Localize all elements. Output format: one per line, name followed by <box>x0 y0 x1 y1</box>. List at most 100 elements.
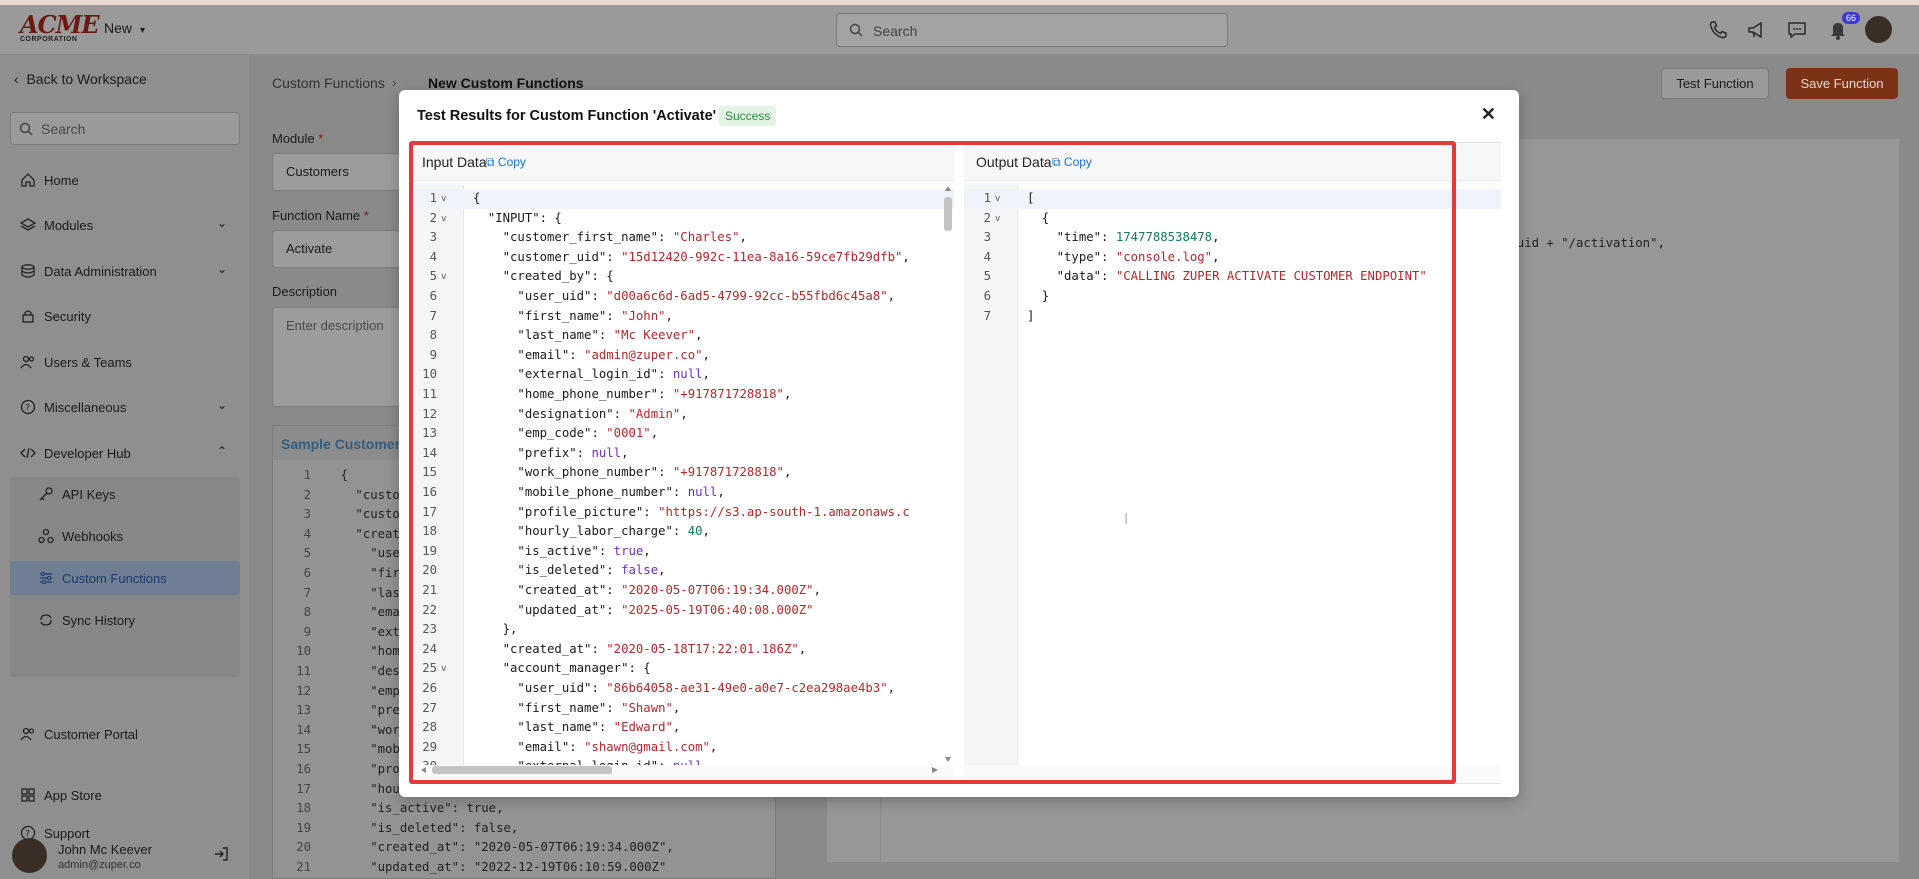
phone-icon[interactable] <box>1707 19 1729 41</box>
layers-icon <box>20 218 36 231</box>
sidebar: ‹ Back to Workspace Search Home Modules … <box>0 55 251 879</box>
sidebar-item-label: Users & Teams <box>44 355 132 370</box>
sidebar-item-custom-functions[interactable]: Custom Functions <box>10 561 240 595</box>
breadcrumb-parent[interactable]: Custom Functions <box>272 75 385 91</box>
code-text: "created_at": "2020-05-07T06:19:34.000Z"… <box>311 840 674 855</box>
chevron-down-icon: ⌄ <box>216 398 227 412</box>
sidebar-item-modules[interactable]: Modules ⌄ <box>0 208 251 242</box>
database-icon <box>21 264 35 278</box>
top-bar: ACME CORPORATION New ▾ Search 66 <box>0 5 1919 55</box>
global-search-input[interactable]: Search <box>836 13 1228 47</box>
code-text: "mob <box>311 742 400 757</box>
sidebar-item-security[interactable]: Security <box>0 299 251 333</box>
sidebar-item-sync-history[interactable]: Sync History <box>0 603 251 637</box>
sidebar-item-app-store[interactable]: App Store <box>0 778 251 812</box>
code-text: "is_deleted": false, <box>311 820 519 835</box>
sidebar-search-input[interactable]: Search <box>10 112 240 145</box>
lock-icon <box>22 310 34 323</box>
company-logo[interactable]: ACME CORPORATION <box>20 13 100 44</box>
breadcrumb-current: New Custom Functions <box>428 75 584 91</box>
sidebar-item-label: API Keys <box>62 487 116 502</box>
sample-code-line: 6 "fir <box>273 566 400 586</box>
sidebar-item-miscellaneous[interactable]: ? Miscellaneous ⌄ <box>0 390 251 424</box>
sync-icon <box>40 614 52 626</box>
home-icon <box>21 173 35 187</box>
sidebar-item-label: Webhooks <box>62 529 124 544</box>
notification-badge: 66 <box>1842 12 1861 24</box>
sample-code-line: 5 "use <box>273 546 400 566</box>
code-text: "hom <box>311 644 400 659</box>
modal-title: Test Results for Custom Function 'Activa… <box>417 108 717 124</box>
code-text: "custo <box>311 487 400 502</box>
sample-code-line: 15 "mob <box>273 742 400 762</box>
code-text: "emp <box>311 683 400 698</box>
back-to-workspace-link[interactable]: ‹ Back to Workspace <box>14 71 147 87</box>
sample-code-line: 17 "hou <box>273 782 400 802</box>
sample-code-line: 11 "des <box>273 664 400 684</box>
code-text: "use <box>311 546 400 561</box>
sidebar-item-label: Custom Functions <box>62 571 167 586</box>
chevron-down-icon: ⌄ <box>216 216 227 230</box>
highlight-frame <box>409 141 1456 784</box>
sample-code-line: 10 "hom <box>273 644 400 664</box>
sidebar-item-customer-portal[interactable]: Customer Portal <box>0 717 251 751</box>
line-number: 17 <box>296 781 311 796</box>
users-icon <box>20 355 35 369</box>
chat-icon[interactable] <box>1786 19 1808 41</box>
code-icon <box>20 447 36 459</box>
key-icon <box>39 487 53 501</box>
code-text: "pro <box>311 762 400 776</box>
sidebar-item-label: Developer Hub <box>44 446 131 461</box>
sidebar-item-developer-hub[interactable]: Developer Hub ⌃ <box>0 436 251 470</box>
grid-icon <box>21 788 35 802</box>
sidebar-item-label: Home <box>44 173 79 188</box>
line-number: 20 <box>296 840 311 855</box>
line-number: 8 <box>303 605 311 620</box>
sample-code-line: 2 "custo <box>273 488 400 508</box>
sample-code-line: 18 "is_active": true, <box>273 801 504 821</box>
sidebar-item-data-administration[interactable]: Data Administration ⌄ <box>0 254 251 288</box>
line-number: 16 <box>296 762 311 776</box>
sidebar-item-label: Customer Portal <box>44 727 138 742</box>
sliders-icon <box>40 571 52 585</box>
sidebar-item-users-teams[interactable]: Users & Teams <box>0 345 251 379</box>
sidebar-item-home[interactable]: Home <box>0 163 251 197</box>
code-text: "fir <box>311 566 400 580</box>
save-function-button[interactable]: Save Function <box>1786 68 1898 99</box>
code-text: "pre <box>311 703 400 718</box>
sidebar-item-webhooks[interactable]: Webhooks <box>0 519 251 553</box>
sidebar-item-api-keys[interactable]: API Keys <box>0 477 251 511</box>
sidebar-item-label: Sync History <box>62 613 135 628</box>
logout-icon[interactable] <box>212 845 230 863</box>
test-function-button[interactable]: Test Function <box>1661 68 1769 99</box>
user-email: admin@zuper.co <box>58 859 141 871</box>
line-number: 2 <box>303 487 311 502</box>
line-number: 1 <box>303 468 311 482</box>
search-placeholder: Search <box>873 23 918 39</box>
new-menu-button[interactable]: New ▾ <box>104 20 145 36</box>
code-text: "las <box>311 585 400 600</box>
line-number: 15 <box>296 742 311 757</box>
sidebar-item-label: App Store <box>44 788 102 803</box>
line-number: 7 <box>303 585 311 600</box>
sample-code-line: 9 "ext <box>273 625 400 645</box>
user-avatar[interactable] <box>1865 16 1892 43</box>
line-number: 10 <box>296 644 311 659</box>
function-name-label: Function Name * <box>272 208 369 223</box>
user-name: John Mc Keever <box>58 842 152 857</box>
megaphone-icon[interactable] <box>1746 19 1768 41</box>
status-badge: Success <box>719 106 777 126</box>
sample-code-line: 13 "pre <box>273 703 400 723</box>
chevron-down-icon: ▾ <box>140 25 146 36</box>
code-text: "custo <box>311 507 400 522</box>
sample-code-line: 8 "ema <box>273 605 400 625</box>
avatar <box>12 838 47 873</box>
close-icon[interactable]: ✕ <box>1481 104 1496 125</box>
code-text: "ext <box>311 624 400 639</box>
line-number: 3 <box>303 507 311 522</box>
line-number: 14 <box>296 722 311 737</box>
sample-code-line: 21 "updated_at": "2022-12-19T06:10:59.00… <box>273 860 666 879</box>
code-text: "is_active": true, <box>311 801 504 816</box>
sample-code-line: 1 { <box>273 468 348 488</box>
line-number: 13 <box>296 703 311 718</box>
